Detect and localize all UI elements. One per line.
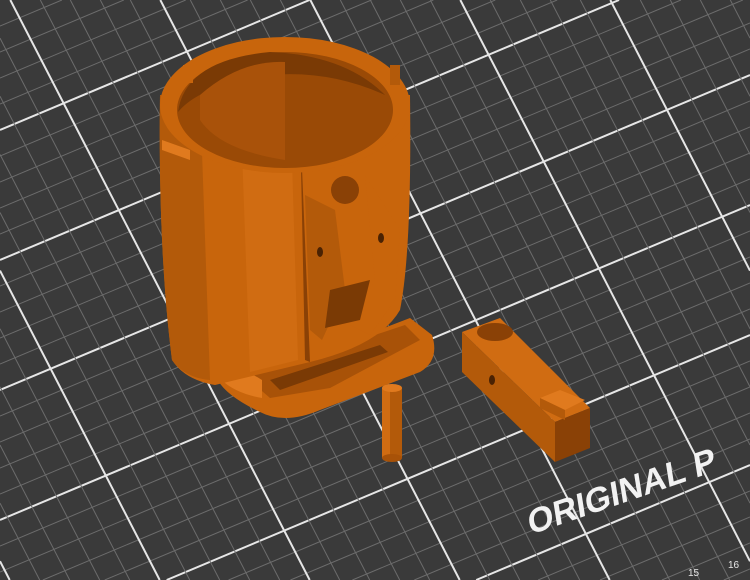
model-pin[interactable]	[382, 384, 402, 462]
ruler-tick: 16	[728, 560, 740, 571]
model-cup-holder[interactable]	[159, 37, 435, 419]
grid-line-minor	[0, 502, 41, 580]
grid-line-minor	[549, 0, 750, 388]
grid-line-minor	[639, 0, 750, 213]
grid-line-minor	[699, 0, 750, 97]
grid-line-minor	[579, 0, 750, 329]
grid-line-minor	[0, 0, 186, 79]
grid-line-major	[0, 270, 161, 580]
grid-line-minor	[0, 212, 191, 580]
grid-line-minor	[0, 444, 71, 580]
grid-line-minor	[729, 0, 750, 39]
grid-line-minor	[0, 328, 131, 580]
grid-line-minor	[0, 0, 125, 53]
model-clip-block[interactable]	[462, 318, 590, 462]
3d-viewport[interactable]: ORIGINAL P 15 16	[0, 0, 750, 580]
ruler-tick: 15	[688, 568, 700, 579]
grid-line-major	[0, 560, 11, 580]
grid-line-minor	[0, 0, 63, 27]
print-bed: ORIGINAL P 15 16	[0, 0, 750, 580]
